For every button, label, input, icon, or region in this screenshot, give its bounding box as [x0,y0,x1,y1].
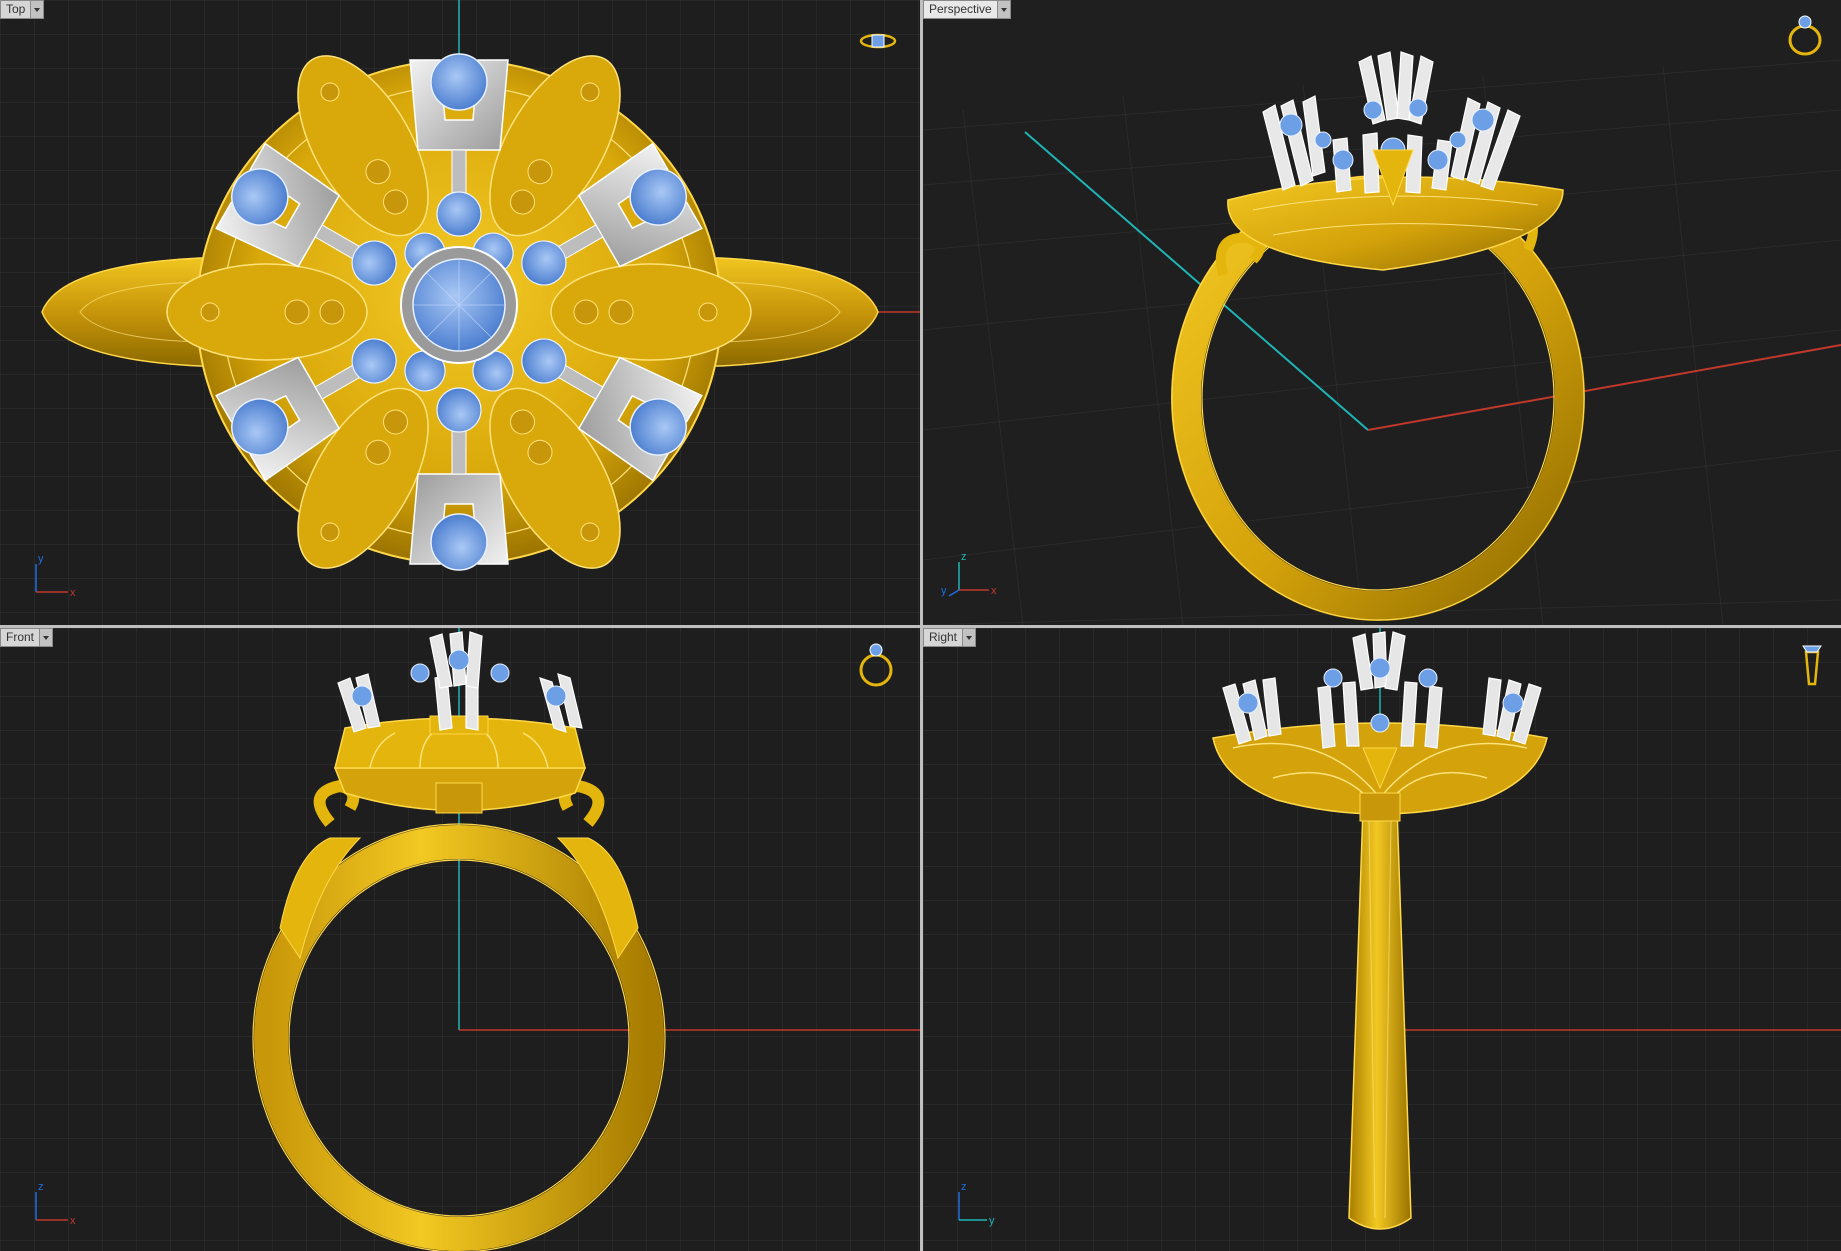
ring-thumbnail-icon[interactable] [858,28,898,54]
perspective-view-render[interactable] [923,0,1841,625]
axis-label-h: x [70,1215,76,1227]
right-view-render[interactable] [923,628,1841,1251]
viewport-tab-top[interactable]: Top [0,0,45,19]
axis-indicator-front: z x [35,1181,76,1227]
chevron-down-icon[interactable] [39,629,53,646]
chevron-down-icon[interactable] [962,629,976,646]
viewport-tab-front[interactable]: Front [0,628,54,647]
viewport-front[interactable]: Front z x [0,628,920,1251]
viewport-perspective[interactable]: Perspective z x y [923,0,1841,625]
axis-label-h: y [989,1215,995,1227]
viewport-tab-right[interactable]: Right [923,628,977,647]
viewport-label[interactable]: Front [1,629,39,646]
ring-thumbnail-icon[interactable] [856,638,896,688]
ring-thumbnail-icon[interactable] [1783,6,1827,58]
axis-label-h: x [70,587,76,599]
axis-label-h: x [991,585,997,597]
viewport-top[interactable]: Top y x [0,0,920,625]
ring-thumbnail-icon[interactable] [1797,638,1827,688]
top-view-render[interactable] [0,0,920,625]
viewport-tab-perspective[interactable]: Perspective [923,0,1011,19]
ring-shank [1348,807,1412,1230]
axis-label-v: z [38,1181,44,1193]
front-view-render[interactable] [0,628,920,1251]
axis-label-v: z [961,1181,967,1193]
axis-indicator-perspective: z x y [941,551,997,597]
axis-label-v: y [38,553,44,565]
axis-indicator-top: y x [35,553,76,599]
viewport-grid: Top y x Perspective z x y Front z x Righ… [0,0,1841,1251]
viewport-label[interactable]: Right [924,629,962,646]
viewport-right[interactable]: Right z y [923,628,1841,1251]
axis-label-v: z [961,551,967,563]
chevron-down-icon[interactable] [30,1,44,18]
chevron-down-icon[interactable] [996,1,1010,18]
axis-x-line [1367,344,1841,431]
axis-indicator-right: z y [958,1181,995,1227]
viewport-label[interactable]: Perspective [924,1,997,18]
axis-label-d: y [941,585,947,597]
viewport-label[interactable]: Top [1,1,30,18]
